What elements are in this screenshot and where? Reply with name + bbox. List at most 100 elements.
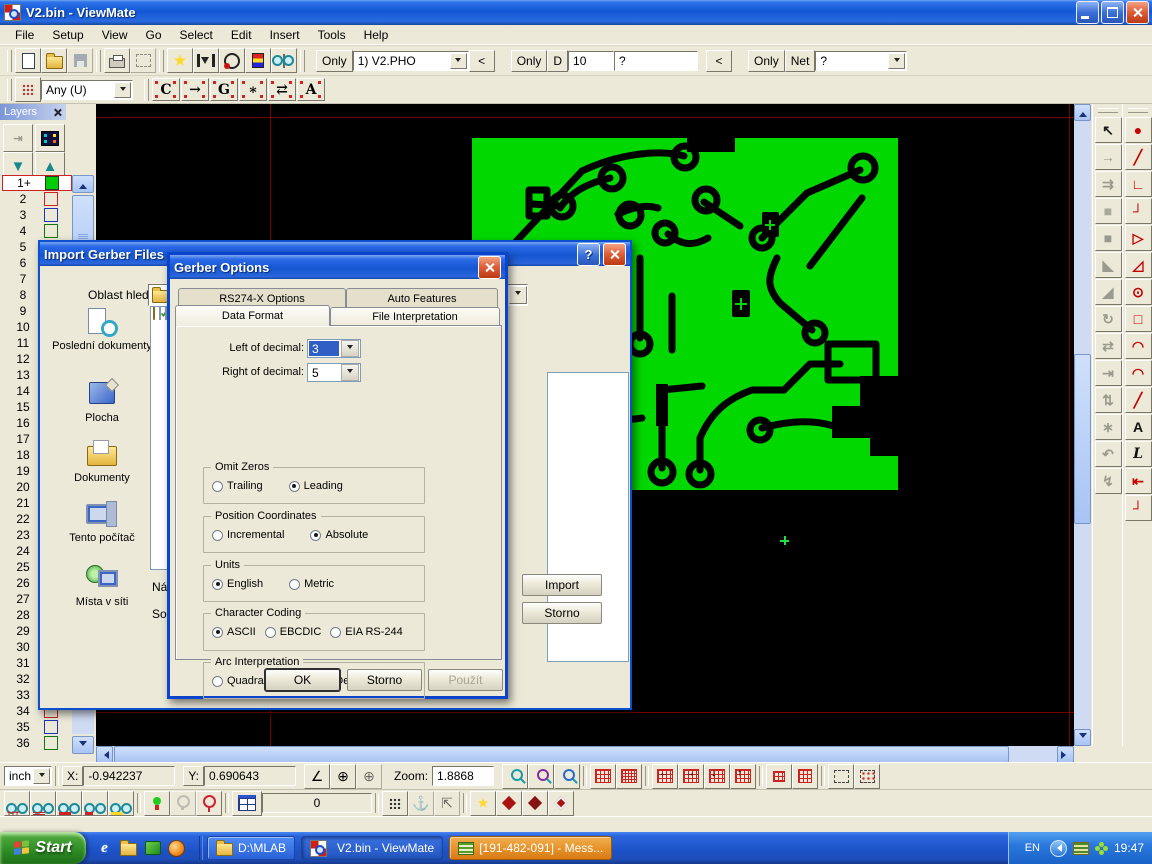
select-trace-button[interactable]: ⇄ (268, 78, 296, 101)
grid-toggle-icon[interactable] (590, 764, 616, 789)
select-gerber-button[interactable]: G (210, 78, 238, 101)
order-tool[interactable]: ⇅ (1095, 387, 1122, 413)
radio-absolute[interactable]: Absolute (310, 529, 368, 541)
net-toggle-button[interactable]: Net (785, 50, 816, 72)
grid-dots-icon[interactable] (382, 791, 408, 816)
place-m-sta-v-s-ti[interactable]: Místa v síti (50, 562, 154, 608)
layer-films-button[interactable] (35, 124, 65, 152)
draw-route-tool[interactable]: ┘ (1125, 495, 1152, 521)
radio-leading[interactable]: Leading (289, 480, 343, 492)
dcode-input[interactable]: 10 (568, 51, 614, 71)
task-191-482-091-mess[interactable]: [191-482-091] - Mess... (449, 836, 612, 860)
new-file-button[interactable] (15, 48, 41, 73)
task-d-mlab[interactable]: D:\MLAB (207, 836, 295, 860)
draw-pad-tool[interactable]: ● (1125, 117, 1152, 143)
draw-circle-tool[interactable]: ⊙ (1125, 279, 1152, 305)
view-measure-button[interactable] (271, 48, 297, 73)
print-button[interactable] (104, 48, 130, 73)
combo-arrow-icon[interactable] (114, 82, 131, 98)
only-dcode-button[interactable]: Only (511, 50, 548, 72)
scroll-up-icon[interactable] (1074, 104, 1091, 121)
apply-button[interactable]: Použít (428, 669, 503, 691)
draw-chord-tool[interactable]: ╱ (1125, 387, 1152, 413)
select-points-icon[interactable] (854, 764, 880, 789)
view-lines-icon[interactable] (30, 791, 56, 816)
fill-solid-tool[interactable]: ■ (1095, 225, 1122, 251)
horizontal-scrollbar[interactable] (96, 746, 1074, 763)
select-any-combo[interactable]: Any (U) (41, 80, 133, 100)
dcode-button[interactable] (219, 48, 245, 73)
layer-row-4[interactable]: 4 (2, 223, 72, 239)
draw-line-tool[interactable]: ╱ (1125, 144, 1152, 170)
grid-offset-icon[interactable] (792, 764, 818, 789)
layer-row-2[interactable]: 2 (2, 191, 72, 207)
grid-dense-icon[interactable] (616, 764, 642, 789)
right-of-decimal-combo[interactable]: 5 (307, 363, 361, 382)
open-file-button[interactable] (41, 48, 67, 73)
language-indicator[interactable]: EN (1021, 841, 1044, 855)
move-points-icon[interactable]: ⇱ (434, 791, 460, 816)
gerber-dialog-titlebar[interactable]: Gerber Options (170, 255, 505, 279)
fill-tool[interactable]: ■ (1095, 198, 1122, 224)
dcode-toggle-button[interactable]: D (547, 50, 568, 72)
view-selected-icon[interactable] (82, 791, 108, 816)
menu-go[interactable]: Go (137, 26, 171, 44)
layers-scroll-up[interactable] (72, 175, 94, 193)
hide-icons-icon[interactable] (1050, 840, 1067, 857)
grid-snap-icon[interactable] (766, 764, 792, 789)
radio-metric[interactable]: Metric (289, 578, 334, 590)
origin-icon[interactable]: ⊕ (330, 764, 356, 789)
pan-up-icon[interactable]: ↑ (730, 764, 756, 789)
mirror-h-tool[interactable]: ◢ (1095, 279, 1122, 305)
radio-trailing[interactable]: Trailing (212, 480, 263, 492)
draw-arc2-tool[interactable]: ◠ (1125, 360, 1152, 386)
measure-button[interactable] (193, 48, 219, 73)
frames-icon[interactable] (232, 791, 262, 816)
draw-bend-tool[interactable]: ┘ (1125, 198, 1152, 224)
draw-label-tool[interactable]: L (1125, 441, 1152, 467)
place-posledn-dokumenty[interactable]: Poslední dokumenty (50, 306, 154, 352)
go-signal-icon[interactable] (144, 791, 170, 816)
lamp-off-icon[interactable] (170, 791, 196, 816)
radio-english[interactable]: English (212, 578, 263, 590)
radio-quadrant[interactable]: Quadrant (212, 675, 273, 687)
menu-insert[interactable]: Insert (261, 26, 309, 44)
radio-ascii[interactable]: ASCII (212, 626, 256, 638)
tray-messenger-icon[interactable] (1073, 842, 1089, 855)
draw-arc-tool[interactable]: ◠ (1125, 333, 1152, 359)
pan-left-icon[interactable]: ← (652, 764, 678, 789)
task-v2-bin-viewmate[interactable]: V2.bin - ViewMate (301, 836, 443, 860)
dialog-help-button[interactable]: ? (577, 243, 600, 266)
vscroll-thumb[interactable] (1074, 354, 1091, 524)
zoom-in-icon[interactable] (502, 764, 528, 789)
left-of-decimal-combo[interactable]: 3 (307, 339, 361, 358)
combo-arrow-icon[interactable] (509, 286, 527, 304)
scroll-down-icon[interactable] (1074, 729, 1091, 746)
menu-select[interactable]: Select (171, 26, 222, 44)
quicklaunch-ie-icon[interactable]: e (96, 840, 113, 857)
prev-dcode-button[interactable]: < (706, 50, 732, 72)
import-button[interactable]: Import (522, 574, 602, 596)
highlight-dots-button[interactable] (15, 77, 41, 102)
mirror-tool[interactable]: ◣ (1095, 252, 1122, 278)
combo-arrow-icon[interactable] (33, 768, 50, 784)
highlight-flash-icon[interactable] (470, 791, 496, 816)
vertical-scrollbar[interactable] (1074, 104, 1091, 746)
combo-arrow-icon[interactable] (888, 53, 905, 69)
undo-tool[interactable]: ↶ (1095, 441, 1122, 467)
highlight-pad-s-icon[interactable] (522, 791, 548, 816)
view-all-icon[interactable] (4, 791, 30, 816)
swap-tool[interactable]: ⇄ (1095, 333, 1122, 359)
anchor-icon[interactable]: ⚓ (408, 791, 434, 816)
layers-close-icon[interactable] (53, 108, 62, 117)
unit-combo[interactable]: inch (4, 766, 52, 786)
quicklaunch-folder-icon[interactable] (120, 840, 137, 857)
only-layer-button[interactable]: Only (316, 50, 353, 72)
context-help-button[interactable] (130, 48, 156, 73)
dcode-query-input[interactable]: ? (614, 51, 698, 71)
menu-tools[interactable]: Tools (309, 26, 355, 44)
layer-row-36[interactable]: 36 (2, 735, 72, 751)
select-text-button[interactable]: A (297, 78, 325, 101)
layer-row-35[interactable]: 35 (2, 719, 72, 735)
palette-button[interactable] (245, 48, 271, 73)
